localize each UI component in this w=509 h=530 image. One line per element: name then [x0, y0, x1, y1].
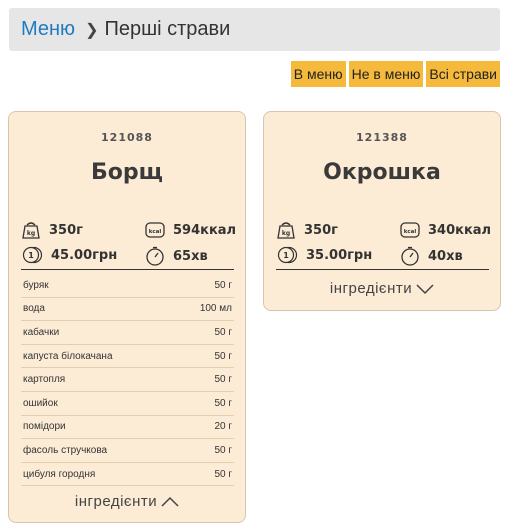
dish-calories: kcal 340ккал [400, 221, 491, 239]
timer-icon [146, 246, 164, 266]
svg-text:1: 1 [283, 251, 289, 260]
svg-text:kg: kg [282, 230, 290, 237]
ingredient-row: картопля 50 г [21, 368, 234, 392]
dish-calories: kcal 594ккал [145, 221, 236, 239]
dish-weight: kg 350г [276, 221, 338, 239]
ingredient-list: буряк 50 г вода 100 мл кабачки 50 г капуста… [21, 274, 234, 487]
dish-price: 1 35.00грн [276, 246, 372, 264]
ingredients-toggle-button[interactable]: інгредієнти [9, 493, 245, 510]
ingredients-toggle-button[interactable]: інгредієнти [264, 280, 500, 297]
filter-in-menu-button[interactable]: В меню [290, 61, 346, 87]
chevron-up-icon [161, 496, 179, 507]
coins-icon: 1 [22, 246, 43, 264]
breadcrumb: Меню ❯ Перші страви [9, 8, 500, 51]
ingredient-row: капуста білокачана 50 г [21, 345, 234, 369]
dish-title: Окрошка [323, 160, 441, 185]
dish-code: 121088 [101, 131, 153, 144]
dish-time: 40хв [400, 246, 463, 266]
dish-time: 65хв [145, 246, 208, 266]
ingredient-row: фасоль стручкова 50 г [21, 439, 234, 463]
kg-weight-icon: kg [22, 222, 40, 239]
ingredient-row: вода 100 мл [21, 298, 234, 322]
kcal-icon: kcal [145, 222, 165, 238]
kg-weight-icon: kg [277, 222, 295, 239]
filter-group: В меню Не в меню Всі страви [290, 61, 500, 87]
dish-card: 121088 Борщ kg 350г kcal 594ккал 1 45.00… [8, 111, 246, 523]
dish-title: Борщ [91, 160, 163, 185]
timer-icon [401, 246, 419, 266]
breadcrumb-link-menu[interactable]: Меню [21, 18, 75, 41]
dish-code: 121388 [356, 131, 408, 144]
dish-card: 121388 Окрошка kg 350г kcal 340ккал 1 35… [263, 111, 501, 311]
ingredient-row: кабачки 50 г [21, 321, 234, 345]
ingredient-row: ошийок 50 г [21, 392, 234, 416]
breadcrumb-current: Перші страви [104, 18, 231, 40]
breadcrumb-separator-icon: ❯ [85, 21, 99, 39]
dish-weight: kg 350г [21, 221, 83, 239]
kcal-icon: kcal [400, 222, 420, 238]
chevron-down-icon [416, 283, 434, 294]
svg-text:kg: kg [27, 230, 35, 237]
divider [21, 269, 234, 270]
coins-icon: 1 [277, 246, 298, 264]
filter-not-in-menu-button[interactable]: Не в меню [348, 61, 424, 87]
ingredient-row: цибуля городня 50 г [21, 463, 234, 487]
svg-text:1: 1 [28, 251, 34, 260]
svg-text:kcal: kcal [404, 229, 417, 235]
divider [276, 269, 489, 270]
ingredient-row: помідори 20 г [21, 416, 234, 440]
ingredient-row: буряк 50 г [21, 274, 234, 298]
dish-price: 1 45.00грн [21, 246, 117, 264]
svg-text:kcal: kcal [149, 229, 162, 235]
filter-all-dishes-button[interactable]: Всі страви [426, 61, 500, 87]
